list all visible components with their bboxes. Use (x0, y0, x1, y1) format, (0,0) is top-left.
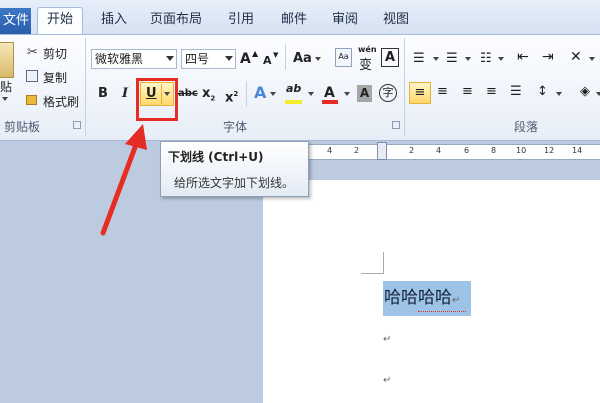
paragraph-mark: ↵ (452, 295, 461, 306)
text-effects-button[interactable]: A (254, 83, 266, 103)
superscript-button[interactable]: x2 (225, 84, 238, 108)
multilevel-list-dropdown-icon[interactable] (498, 57, 504, 61)
strikethrough-button[interactable]: abc (178, 84, 198, 104)
annotation-arrow-icon (100, 124, 147, 236)
shrink-font-arrow-icon: ▼ (273, 51, 279, 59)
shading-icon[interactable]: ◈ (580, 84, 590, 99)
group-separator (404, 38, 405, 136)
tooltip-title: 下划线 (Ctrl+U) (168, 150, 264, 164)
clear-formatting-icon[interactable]: Aa (335, 48, 352, 67)
tab-review[interactable]: 审阅 (332, 8, 358, 34)
bullets-dropdown-icon[interactable] (433, 57, 439, 61)
paste-dropdown-icon[interactable] (2, 97, 8, 101)
paragraph-group-label: 段落 (514, 120, 539, 134)
ruler-tick: 4 (327, 146, 333, 155)
grow-font-button[interactable]: A (240, 49, 251, 69)
font-name-value: 微软雅黑 (95, 52, 144, 66)
bullets-icon[interactable]: ☰ (413, 51, 425, 66)
font-color-dropdown-icon[interactable] (344, 92, 350, 96)
font-name-combo[interactable]: 微软雅黑 (91, 49, 177, 69)
tab-mailings[interactable]: 邮件 (281, 8, 307, 34)
paragraph-mark: ↵ (383, 334, 392, 345)
copy-button[interactable]: 复制 (43, 69, 67, 86)
line-spacing-dropdown-icon[interactable] (556, 92, 562, 96)
chinese-layout-dropdown-icon[interactable] (589, 57, 595, 61)
cut-button[interactable]: 剪切 (43, 45, 67, 62)
text-effects-dropdown-icon[interactable] (270, 92, 276, 96)
align-right-icon[interactable]: ≡ (462, 84, 473, 99)
margin-corner-vertical (383, 252, 384, 274)
clipboard-group-label: 剪贴板 (4, 120, 41, 134)
tab-page-layout[interactable]: 页面布局 (150, 8, 202, 34)
format-painter-icon (26, 95, 37, 105)
chinese-layout-icon[interactable]: ✕ (570, 49, 582, 65)
decrease-indent-icon[interactable]: ⇤ (517, 49, 529, 65)
ruler-tick: 8 (491, 146, 497, 155)
increase-indent-icon[interactable]: ⇥ (542, 49, 554, 65)
font-group-label: 字体 (223, 120, 248, 134)
shading-dropdown-icon[interactable] (596, 92, 600, 96)
phonetic-guide-label: wén (358, 45, 377, 54)
paste-button[interactable]: 贴 (0, 78, 12, 95)
character-border-button[interactable]: A (381, 48, 399, 67)
character-shading-button[interactable]: A (357, 85, 372, 102)
tab-home[interactable]: 开始 (37, 7, 84, 35)
paragraph-mark: ↵ (383, 375, 392, 386)
group-separator (85, 38, 86, 136)
spellcheck-underline (418, 308, 466, 312)
line-spacing-icon[interactable]: ↕ (537, 84, 548, 99)
clipboard-launcher-icon[interactable] (73, 121, 81, 129)
selected-text-content: 哈哈哈哈 (384, 288, 452, 308)
justify-icon[interactable]: ≡ (486, 84, 497, 99)
ruler-tick: 14 (572, 146, 583, 155)
font-launcher-icon[interactable] (392, 121, 400, 129)
grow-font-arrow-icon: ▲ (252, 49, 259, 58)
file-tab[interactable]: 文件 (0, 8, 31, 34)
underline-tooltip: 下划线 (Ctrl+U) 给所选文字加下划线。 (160, 141, 309, 197)
ruler-tick: 2 (354, 146, 360, 155)
enclose-characters-button[interactable]: 字 (379, 84, 397, 102)
tab-view[interactable]: 视图 (383, 8, 409, 34)
copy-icon (26, 70, 38, 82)
bold-button[interactable]: B (98, 84, 108, 104)
indent-marker[interactable] (377, 142, 387, 160)
format-painter-button[interactable]: 格式刷 (43, 93, 79, 110)
align-left-icon[interactable]: ≡ (409, 82, 431, 104)
numbering-dropdown-icon[interactable] (465, 57, 471, 61)
annotation-highlight-box (136, 78, 178, 121)
multilevel-list-icon[interactable]: ☷ (480, 51, 492, 66)
margin-corner-horizontal (361, 273, 383, 274)
highlight-dropdown-icon[interactable] (308, 92, 314, 96)
ruler-tick: 12 (544, 146, 555, 155)
ruler-tick: 6 (464, 146, 470, 155)
separator (246, 81, 247, 107)
scissors-icon: ✂ (27, 45, 38, 60)
ruler-tick: 4 (436, 146, 442, 155)
subscript-button[interactable]: x2 (202, 84, 215, 109)
distributed-icon[interactable]: ☰ (510, 84, 522, 99)
font-color-bar (322, 100, 338, 104)
italic-button[interactable]: I (122, 84, 128, 104)
phonetic-guide-button[interactable]: 变 (359, 54, 372, 73)
font-size-value: 四号 (185, 52, 210, 66)
tab-insert[interactable]: 插入 (101, 8, 127, 34)
ruler-tick: 2 (409, 146, 415, 155)
ruler-tick: 10 (516, 146, 527, 155)
highlight-button[interactable]: ab (286, 82, 301, 95)
numbering-icon[interactable]: ☰ (446, 51, 458, 66)
tooltip-description: 给所选文字加下划线。 (174, 176, 295, 190)
paste-icon[interactable] (0, 42, 14, 78)
font-size-combo[interactable]: 四号 (181, 49, 236, 69)
align-center-icon[interactable]: ≡ (437, 84, 448, 99)
separator (285, 44, 286, 70)
highlight-color-bar (285, 100, 302, 104)
change-case-dropdown-icon[interactable] (315, 57, 321, 61)
shrink-font-button[interactable]: A (263, 51, 272, 71)
tab-references[interactable]: 引用 (228, 8, 254, 34)
change-case-button[interactable]: Aa (293, 49, 312, 69)
